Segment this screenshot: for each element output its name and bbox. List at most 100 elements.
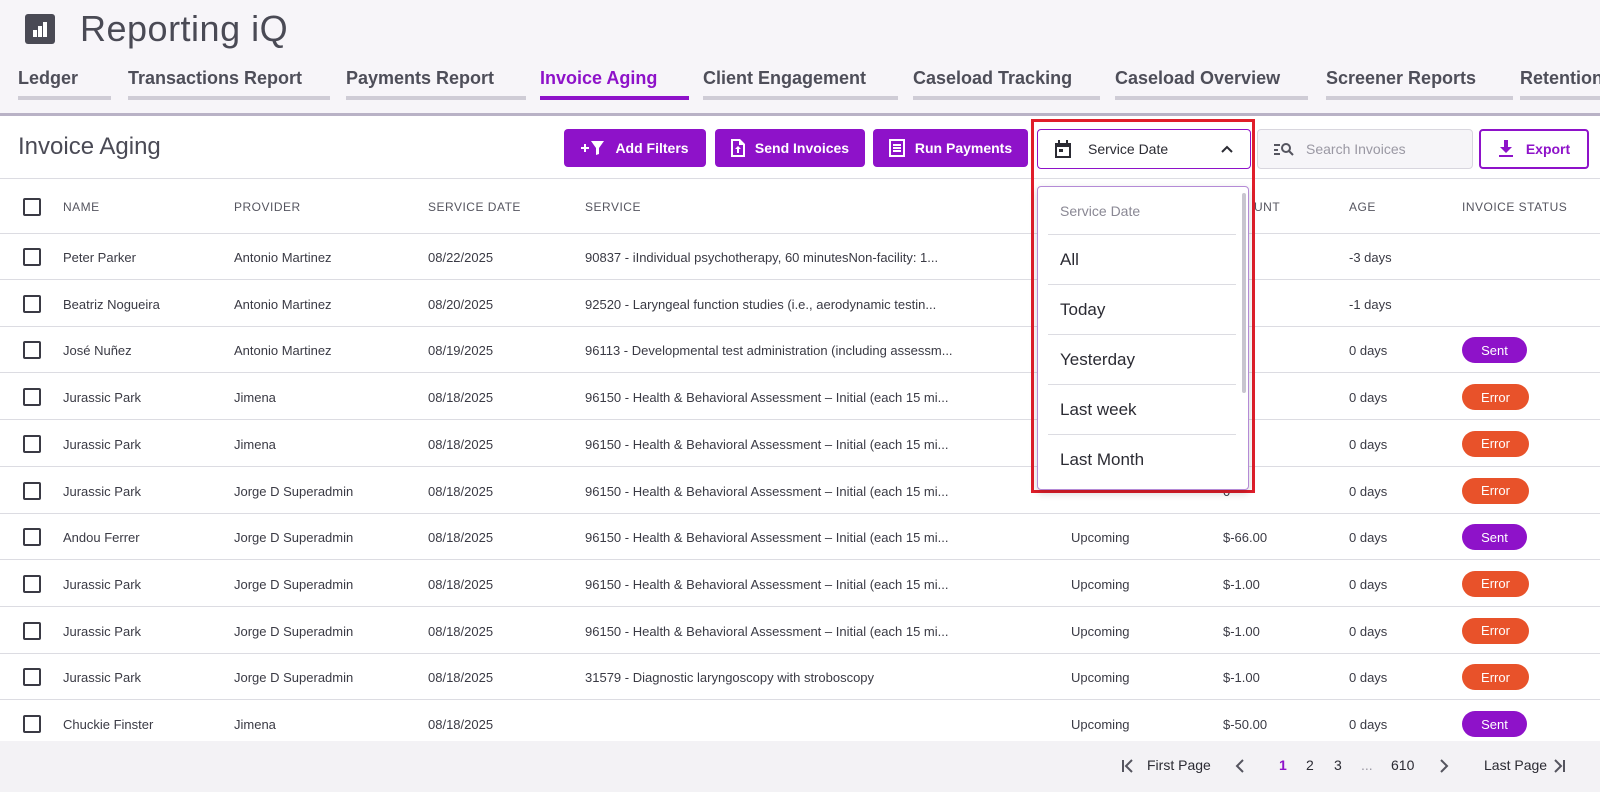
cell-age: 0 days: [1349, 343, 1388, 359]
column-header-service[interactable]: SERVICE: [585, 200, 641, 214]
table-row[interactable]: Jurassic Park Jimena 08/18/2025 96150 - Hea…: [0, 421, 1600, 467]
cell-service-date: 08/22/2025: [428, 250, 494, 265]
tab-transactions-report[interactable]: Transactions Report: [128, 68, 330, 100]
run-payments-button[interactable]: Run Payments: [873, 129, 1028, 167]
cell-provider: Jorge D Superadmin: [234, 623, 354, 639]
table-row[interactable]: Jurassic Park Jorge D Superadmin 08/18/202…: [0, 468, 1600, 514]
column-header-service-date[interactable]: SERVICE DATE: [428, 200, 521, 214]
cell-age: 0 days: [1349, 576, 1388, 592]
cell-amount: $-1.00: [1223, 670, 1260, 686]
tab-client-engagement[interactable]: Client Engagement: [703, 68, 898, 100]
export-button[interactable]: Export: [1479, 129, 1589, 169]
chevron-right-icon[interactable]: [1438, 759, 1450, 773]
cell-name: Jurassic Park: [63, 436, 142, 452]
cell-service-date: 08/20/2025: [428, 296, 494, 312]
row-checkbox[interactable]: [23, 294, 41, 313]
status-badge: Error: [1462, 430, 1529, 457]
tab-caseload-tracking[interactable]: Caseload Tracking: [913, 68, 1100, 100]
cell-name: Peter Parker: [63, 250, 136, 265]
tab-caseload-overview[interactable]: Caseload Overview: [1115, 68, 1308, 100]
cell-provider: Jimena: [234, 717, 276, 732]
dropdown-scrollbar[interactable]: [1242, 193, 1246, 393]
first-page-icon[interactable]: [1121, 759, 1135, 773]
row-checkbox[interactable]: [23, 434, 41, 453]
cell-provider: Jorge D Superadmin: [234, 576, 354, 592]
status-badge: Sent: [1462, 711, 1527, 737]
row-checkbox[interactable]: [23, 621, 41, 640]
table-row[interactable]: Beatriz Nogueira Antonio Martinez 08/20/20…: [0, 281, 1600, 327]
add-filter-icon: [581, 141, 605, 155]
row-checkbox[interactable]: [23, 528, 41, 547]
cell-age: 0 days: [1349, 390, 1388, 406]
dropdown-option-last-month[interactable]: Last Month: [1048, 435, 1236, 485]
search-invoices-input[interactable]: Search Invoices: [1257, 129, 1473, 169]
tab-ledger[interactable]: Ledger: [18, 68, 111, 100]
send-invoices-button[interactable]: Send Invoices: [715, 129, 865, 167]
tab-retention[interactable]: Retention: [1520, 68, 1600, 100]
cell-amount: $-50.00: [1223, 717, 1268, 732]
cell-provider: Antonio Martinez: [234, 296, 332, 312]
row-checkbox[interactable]: [23, 574, 41, 593]
cell-name: Jurassic Park: [63, 576, 142, 592]
table-row[interactable]: José Nuñez Antonio Martinez 08/19/2025 9611…: [0, 327, 1600, 374]
column-header-amount[interactable]: UNT: [1254, 200, 1280, 214]
table-row[interactable]: Jurassic Park Jimena 08/18/2025 96150 - Hea…: [0, 374, 1600, 421]
toolbar: Invoice Aging Add Filters Send Invoices …: [0, 119, 1600, 179]
cell-service: 96150 - Health & Behavioral Assessment –…: [585, 530, 949, 546]
file-upload-icon: [730, 139, 745, 157]
last-page-button[interactable]: Last Page: [1484, 757, 1547, 773]
table-row[interactable]: Andou Ferrer Jorge D Superadmin 08/18/2025…: [0, 514, 1600, 561]
select-all-checkbox[interactable]: [23, 198, 41, 216]
column-header-name[interactable]: NAME: [63, 200, 100, 214]
table-row[interactable]: Peter Parker Antonio Martinez 08/22/2025 90…: [0, 234, 1600, 280]
cell-service-date: 08/18/2025: [428, 436, 494, 452]
cell-provider: Jorge D Superadmin: [234, 483, 354, 499]
dropdown-header: Service Date: [1048, 187, 1236, 235]
cell-provider: Jimena: [234, 436, 276, 452]
row-checkbox[interactable]: [23, 341, 41, 360]
chevron-left-icon[interactable]: [1234, 759, 1246, 773]
cell-service-date: 08/18/2025: [428, 576, 494, 592]
cell-service-date: 08/18/2025: [428, 390, 494, 406]
dropdown-option-all[interactable]: All: [1048, 235, 1236, 285]
add-filters-button[interactable]: Add Filters: [564, 129, 706, 167]
cell-provider: Antonio Martinez: [234, 250, 332, 265]
row-checkbox[interactable]: [23, 715, 41, 733]
row-checkbox[interactable]: [23, 388, 41, 407]
page-2-button[interactable]: 2: [1306, 757, 1314, 773]
bar-chart-icon: [25, 14, 55, 44]
column-header-invoice-status[interactable]: INVOICE STATUS: [1462, 200, 1567, 214]
row-checkbox[interactable]: [23, 248, 41, 266]
cell-service-date: 08/19/2025: [428, 343, 494, 359]
dropdown-option-yesterday[interactable]: Yesterday: [1048, 335, 1236, 385]
cell-status: Upcoming: [1071, 623, 1130, 639]
last-page-icon[interactable]: [1552, 759, 1566, 773]
cell-status: Upcoming: [1071, 530, 1130, 546]
page-3-button[interactable]: 3: [1334, 757, 1342, 773]
tab-payments-report[interactable]: Payments Report: [346, 68, 526, 100]
tab-screener-reports[interactable]: Screener Reports: [1326, 68, 1513, 100]
column-header-age[interactable]: AGE: [1349, 200, 1376, 214]
first-page-button[interactable]: First Page: [1147, 757, 1211, 773]
cell-service-date: 08/18/2025: [428, 483, 494, 499]
table-row[interactable]: Jurassic Park Jorge D Superadmin 08/18/202…: [0, 608, 1600, 654]
table-row[interactable]: Jurassic Park Jorge D Superadmin 08/18/202…: [0, 561, 1600, 607]
cell-name: Andou Ferrer: [63, 530, 140, 546]
dropdown-option-today[interactable]: Today: [1048, 285, 1236, 335]
pagination: First Page 1 2 3 ... 610 Last Page: [0, 741, 1600, 792]
cell-name: José Nuñez: [63, 343, 132, 359]
page-1-button[interactable]: 1: [1279, 757, 1287, 773]
tab-invoice-aging[interactable]: Invoice Aging: [540, 68, 689, 100]
cell-age: 0 days: [1349, 717, 1388, 732]
page-title: Invoice Aging: [18, 133, 161, 160]
cell-age: -1 days: [1349, 296, 1392, 312]
table-row[interactable]: Jurassic Park Jorge D Superadmin 08/18/202…: [0, 654, 1600, 701]
page-610-button[interactable]: 610: [1391, 757, 1414, 773]
status-badge: Sent: [1462, 337, 1527, 364]
dropdown-option-last-week[interactable]: Last week: [1048, 385, 1236, 435]
cell-amount: $-66.00: [1223, 530, 1268, 546]
column-header-provider[interactable]: PROVIDER: [234, 200, 301, 214]
row-checkbox[interactable]: [23, 668, 41, 687]
report-tabs: Ledger Transactions Report Payments Repo…: [0, 68, 1600, 102]
row-checkbox[interactable]: [23, 481, 41, 500]
